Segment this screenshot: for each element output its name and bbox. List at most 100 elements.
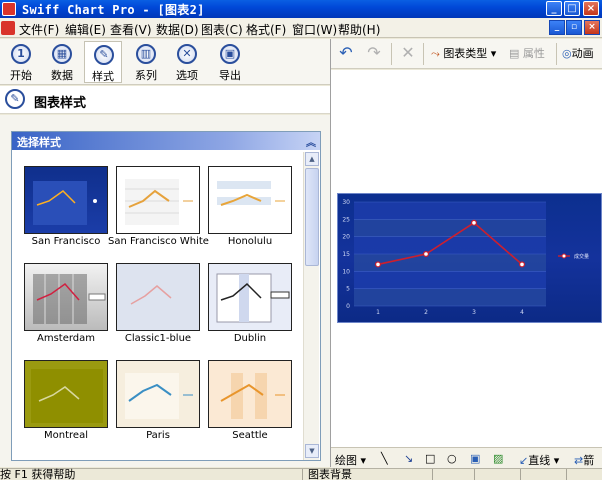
- data-point: [374, 261, 381, 268]
- animation-button[interactable]: ◎动画: [562, 45, 594, 61]
- legend-marker: [561, 253, 567, 259]
- arrow-style-icon: ⇄: [574, 454, 584, 467]
- chart-band: [354, 219, 546, 237]
- chart-band: [354, 202, 546, 220]
- status-separator: [520, 469, 521, 480]
- legend-label: 成交量: [574, 253, 589, 260]
- chart-area[interactable]: 0 5 10 15 20 25 30 1 2 3 4 成交量: [337, 193, 602, 323]
- collapse-chevron-icon[interactable]: ︽: [306, 134, 316, 149]
- chart-type-label: 图表类型: [443, 47, 488, 60]
- arrow-style-button[interactable]: ⇄箭: [574, 452, 594, 468]
- status-separator: [302, 469, 303, 480]
- arrow-style-label: 箭: [583, 454, 595, 467]
- style-thumb-seattle[interactable]: [208, 360, 292, 428]
- menu-bar: 文件(F) 编辑(E) 查看(V) 数据(D) 图表(C) 格式(F) 窗口(W…: [0, 18, 602, 38]
- image-tool-icon[interactable]: ▨: [493, 452, 503, 465]
- ellipse-tool-icon[interactable]: ○: [447, 452, 457, 465]
- menu-data[interactable]: 数据(D): [156, 21, 199, 38]
- scroll-down-icon[interactable]: ▼: [305, 444, 319, 458]
- close-button[interactable]: ×: [583, 1, 599, 16]
- paris-preview: [125, 373, 193, 419]
- undo-icon[interactable]: ↶: [337, 44, 355, 62]
- san-francisco-white-preview: [125, 179, 193, 225]
- rectangle-tool-icon[interactable]: □: [425, 452, 435, 465]
- style-label: Dublin: [233, 333, 267, 344]
- chart-band: [354, 271, 546, 289]
- menu-edit[interactable]: 编辑(E): [65, 21, 106, 38]
- style-thumb-classic1-blue[interactable]: [116, 263, 200, 331]
- menu-format[interactable]: 格式(F): [246, 21, 286, 38]
- draw-menu-button[interactable]: 绘图 ▾: [335, 452, 366, 468]
- mdi-minimize-button[interactable]: _: [549, 20, 565, 35]
- style-thumb-honolulu[interactable]: [208, 166, 292, 234]
- style-thumb-montreal[interactable]: [24, 360, 108, 428]
- honolulu-preview: [217, 181, 285, 206]
- chart-type-button[interactable]: ⤳ 图表类型 ▾: [431, 45, 496, 61]
- scroll-up-icon[interactable]: ▲: [305, 152, 319, 166]
- textbox-tool-icon[interactable]: ▣: [470, 452, 480, 465]
- data-point: [519, 261, 526, 268]
- maximize-button[interactable]: □: [564, 1, 580, 16]
- line-style-button[interactable]: ↙直线 ▾: [519, 452, 559, 468]
- properties-label: 属性: [522, 47, 545, 60]
- toolbar-export-label: 导出: [219, 69, 241, 82]
- style-label: Paris: [146, 430, 170, 441]
- separator: [556, 43, 557, 65]
- menu-view[interactable]: 查看(V): [110, 21, 152, 38]
- properties-button[interactable]: ▤ 属性: [509, 45, 545, 61]
- style-label: San Francisco: [31, 236, 101, 247]
- redo-icon[interactable]: ↷: [365, 44, 383, 62]
- style-label: Amsterdam: [36, 333, 96, 344]
- title-bar: Swiff Chart Pro - [图表2] _ □ ×: [0, 0, 602, 18]
- data-point: [471, 219, 478, 226]
- style-thumb-paris[interactable]: [116, 360, 200, 428]
- panel-header[interactable]: 选择样式 ︽: [12, 132, 320, 150]
- style-thumb-san-francisco-white[interactable]: [116, 166, 200, 234]
- line-chart: 0 5 10 15 20 25 30 1 2 3 4 成交量: [342, 199, 589, 316]
- panel-scrollbar[interactable]: ▲ ▼: [303, 152, 319, 460]
- toolbar-export-button[interactable]: ▣ 导出: [211, 41, 249, 83]
- style-thumb-dublin[interactable]: [208, 263, 292, 331]
- menu-file[interactable]: 文件(F): [19, 21, 59, 38]
- data-point: [422, 250, 429, 257]
- line-tool-icon[interactable]: ╲: [381, 452, 388, 465]
- style-thumb-amsterdam[interactable]: [24, 263, 108, 331]
- delete-icon[interactable]: ✕: [399, 44, 417, 62]
- document-icon: [1, 21, 15, 35]
- toolbar-data-button[interactable]: ▦ 数据: [43, 41, 81, 83]
- left-toolbar: 1 开始 ▦ 数据 ✎ 样式 ▥ 系列 ✕ 选项 ▣ 导出: [0, 39, 330, 85]
- style-thumb-san-francisco[interactable]: [24, 166, 108, 234]
- separator: [391, 43, 392, 65]
- minimize-button[interactable]: _: [546, 1, 562, 16]
- mdi-restore-button[interactable]: ▫: [566, 20, 582, 35]
- window-title: Swiff Chart Pro - [图表2]: [22, 3, 205, 17]
- menu-window[interactable]: 窗口(W): [292, 21, 337, 38]
- arrow-tool-icon[interactable]: ↘: [404, 452, 413, 465]
- toolbar-series-label: 系列: [135, 69, 157, 82]
- toolbar-series-button[interactable]: ▥ 系列: [127, 41, 165, 83]
- section-header: ✎ 图表样式: [0, 86, 330, 114]
- series-icon: ▥: [136, 44, 156, 64]
- style-label: Montreal: [44, 430, 88, 441]
- properties-icon: ▤: [509, 47, 520, 60]
- menu-help[interactable]: 帮助(H): [338, 21, 380, 38]
- y-tick-label: 5: [346, 286, 350, 293]
- status-separator: [474, 469, 475, 480]
- mdi-close-button[interactable]: ×: [584, 20, 600, 35]
- san-francisco-preview: [33, 181, 97, 225]
- toolbar-style-button[interactable]: ✎ 样式: [84, 41, 122, 83]
- y-tick-label: 10: [342, 268, 350, 275]
- classic1-blue-preview: [130, 285, 172, 305]
- status-separator: [432, 469, 433, 480]
- toolbar-start-button[interactable]: 1 开始: [2, 41, 40, 83]
- menu-chart[interactable]: 图表(C): [201, 21, 243, 38]
- dublin-preview: [216, 273, 290, 323]
- draw-label: 绘图: [335, 454, 357, 467]
- right-toolbar: ↶ ↷ ✕ ⤳ 图表类型 ▾ ▤ 属性 ◎动画: [331, 39, 602, 69]
- separator: [423, 43, 424, 65]
- amsterdam-preview: [33, 274, 106, 324]
- toolbar-data-label: 数据: [51, 69, 73, 82]
- toolbar-options-button[interactable]: ✕ 选项: [168, 41, 206, 83]
- style-label: Seattle: [232, 430, 268, 441]
- scroll-thumb[interactable]: [305, 168, 319, 266]
